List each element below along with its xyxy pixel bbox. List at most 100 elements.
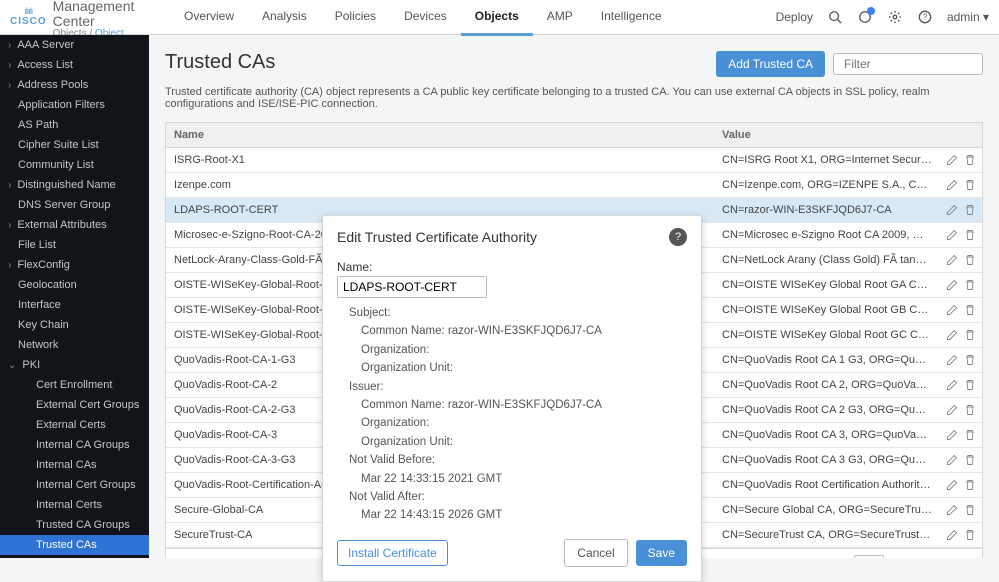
delete-icon[interactable] xyxy=(964,229,976,241)
sidebar-item-aaa-server[interactable]: AAA Server xyxy=(0,35,149,55)
sidebar-item-dns-server-group[interactable]: DNS Server Group xyxy=(0,195,149,215)
row-actions xyxy=(940,400,982,420)
deploy-link[interactable]: Deploy xyxy=(776,10,813,24)
row-value: CN=razor-WIN-E3SKFJQD6J7-CA xyxy=(714,198,940,222)
nav-policies[interactable]: Policies xyxy=(321,0,390,36)
sidebar-item-trusted-cas[interactable]: Trusted CAs xyxy=(0,535,149,555)
row-actions xyxy=(940,500,982,520)
edit-icon[interactable] xyxy=(946,504,958,516)
filter-box[interactable] xyxy=(833,53,983,75)
row-value: CN=ISRG Root X1, ORG=Internet Security R… xyxy=(714,148,940,172)
delete-icon[interactable] xyxy=(964,179,976,191)
sidebar-item-flexconfig[interactable]: FlexConfig xyxy=(0,255,149,275)
settings-icon[interactable] xyxy=(887,9,903,25)
row-actions xyxy=(940,225,982,245)
nav-objects[interactable]: Objects xyxy=(461,0,533,36)
edit-icon[interactable] xyxy=(946,254,958,266)
nav-amp[interactable]: AMP xyxy=(533,0,587,36)
nav-analysis[interactable]: Analysis xyxy=(248,0,321,36)
delete-icon[interactable] xyxy=(964,454,976,466)
delete-icon[interactable] xyxy=(964,404,976,416)
edit-icon[interactable] xyxy=(946,379,958,391)
sidebar-item-cipher-suite-list[interactable]: Cipher Suite List xyxy=(0,135,149,155)
edit-icon[interactable] xyxy=(946,279,958,291)
row-value: CN=Secure Global CA, ORG=SecureTrust Cor… xyxy=(714,498,940,522)
sidebar-item-external-certs[interactable]: External Certs xyxy=(0,415,149,435)
edit-icon[interactable] xyxy=(946,329,958,341)
issuer-label: Issuer: xyxy=(337,378,687,396)
delete-icon[interactable] xyxy=(964,529,976,541)
sidebar-item-key-chain[interactable]: Key Chain xyxy=(0,315,149,335)
name-label: Name: xyxy=(337,258,687,274)
sidebar-item-file-list[interactable]: File List xyxy=(0,235,149,255)
sidebar-item-geolocation[interactable]: Geolocation xyxy=(0,275,149,295)
help-icon[interactable]: ? xyxy=(917,9,933,25)
row-actions xyxy=(940,250,982,270)
edit-icon[interactable] xyxy=(946,454,958,466)
sidebar-item-internal-cert-groups[interactable]: Internal Cert Groups xyxy=(0,475,149,495)
search-icon[interactable] xyxy=(827,9,843,25)
add-trusted-ca-button[interactable]: Add Trusted CA xyxy=(716,51,825,77)
sidebar-item-application-filters[interactable]: Application Filters xyxy=(0,95,149,115)
edit-icon[interactable] xyxy=(946,179,958,191)
delete-icon[interactable] xyxy=(964,479,976,491)
edit-icon[interactable] xyxy=(946,304,958,316)
nav-intelligence[interactable]: Intelligence xyxy=(587,0,676,36)
sidebar-item-pki[interactable]: PKI xyxy=(0,355,149,375)
delete-icon[interactable] xyxy=(964,429,976,441)
row-actions xyxy=(940,150,982,170)
delete-icon[interactable] xyxy=(964,279,976,291)
sidebar-item-as-path[interactable]: AS Path xyxy=(0,115,149,135)
edit-icon[interactable] xyxy=(946,229,958,241)
name-input[interactable] xyxy=(337,276,487,298)
nav-devices[interactable]: Devices xyxy=(390,0,461,36)
sidebar-item-external-attributes[interactable]: External Attributes xyxy=(0,215,149,235)
edit-icon[interactable] xyxy=(946,154,958,166)
nav-overview[interactable]: Overview xyxy=(170,0,248,36)
modal-header: Edit Trusted Certificate Authority ? xyxy=(323,216,701,258)
edit-icon[interactable] xyxy=(946,529,958,541)
svg-text:?: ? xyxy=(923,13,928,22)
sidebar-item-interface[interactable]: Interface xyxy=(0,295,149,315)
modal-help-icon[interactable]: ? xyxy=(669,228,687,246)
edit-icon[interactable] xyxy=(946,404,958,416)
delete-icon[interactable] xyxy=(964,329,976,341)
edit-icon[interactable] xyxy=(946,354,958,366)
row-actions xyxy=(940,175,982,195)
subject-ou: Organization Unit: xyxy=(337,359,687,377)
edit-icon[interactable] xyxy=(946,479,958,491)
sidebar-item-network[interactable]: Network xyxy=(0,335,149,355)
install-certificate-button[interactable]: Install Certificate xyxy=(337,540,448,566)
table-row[interactable]: ISRG-Root-X1CN=ISRG Root X1, ORG=Interne… xyxy=(166,148,982,173)
table-row[interactable]: Izenpe.comCN=Izenpe.com, ORG=IZENPE S.A.… xyxy=(166,173,982,198)
sidebar-item-internal-certs[interactable]: Internal Certs xyxy=(0,495,149,515)
subject-cn: Common Name: razor-WIN-E3SKFJQD6J7-CA xyxy=(337,322,687,340)
sidebar-item-trusted-ca-groups[interactable]: Trusted CA Groups xyxy=(0,515,149,535)
delete-icon[interactable] xyxy=(964,304,976,316)
sidebar-item-cert-enrollment[interactable]: Cert Enrollment xyxy=(0,375,149,395)
sidebar-item-distinguished-name[interactable]: Distinguished Name xyxy=(0,175,149,195)
sidebar-item-internal-cas[interactable]: Internal CAs xyxy=(0,455,149,475)
nva-value: Mar 22 14:43:15 2026 GMT xyxy=(337,506,687,524)
save-button[interactable]: Save xyxy=(636,540,687,566)
cancel-button[interactable]: Cancel xyxy=(564,539,627,567)
delete-icon[interactable] xyxy=(964,379,976,391)
filter-input[interactable] xyxy=(844,57,999,71)
delete-icon[interactable] xyxy=(964,154,976,166)
notifications-icon[interactable] xyxy=(857,9,873,25)
user-menu[interactable]: admin ▾ xyxy=(947,10,989,24)
delete-icon[interactable] xyxy=(964,254,976,266)
edit-icon[interactable] xyxy=(946,204,958,216)
col-name: Name xyxy=(166,123,714,147)
delete-icon[interactable] xyxy=(964,204,976,216)
edit-icon[interactable] xyxy=(946,429,958,441)
delete-icon[interactable] xyxy=(964,504,976,516)
delete-icon[interactable] xyxy=(964,354,976,366)
sidebar-item-community-list[interactable]: Community List xyxy=(0,155,149,175)
action-row: Add Trusted CA xyxy=(716,51,983,77)
sidebar-item-address-pools[interactable]: Address Pools xyxy=(0,75,149,95)
sidebar-item-access-list[interactable]: Access List xyxy=(0,55,149,75)
sidebar-item-internal-ca-groups[interactable]: Internal CA Groups xyxy=(0,435,149,455)
row-value: CN=OISTE WISeKey Global Root GB CA, ORG=… xyxy=(714,298,940,322)
sidebar-item-external-cert-groups[interactable]: External Cert Groups xyxy=(0,395,149,415)
